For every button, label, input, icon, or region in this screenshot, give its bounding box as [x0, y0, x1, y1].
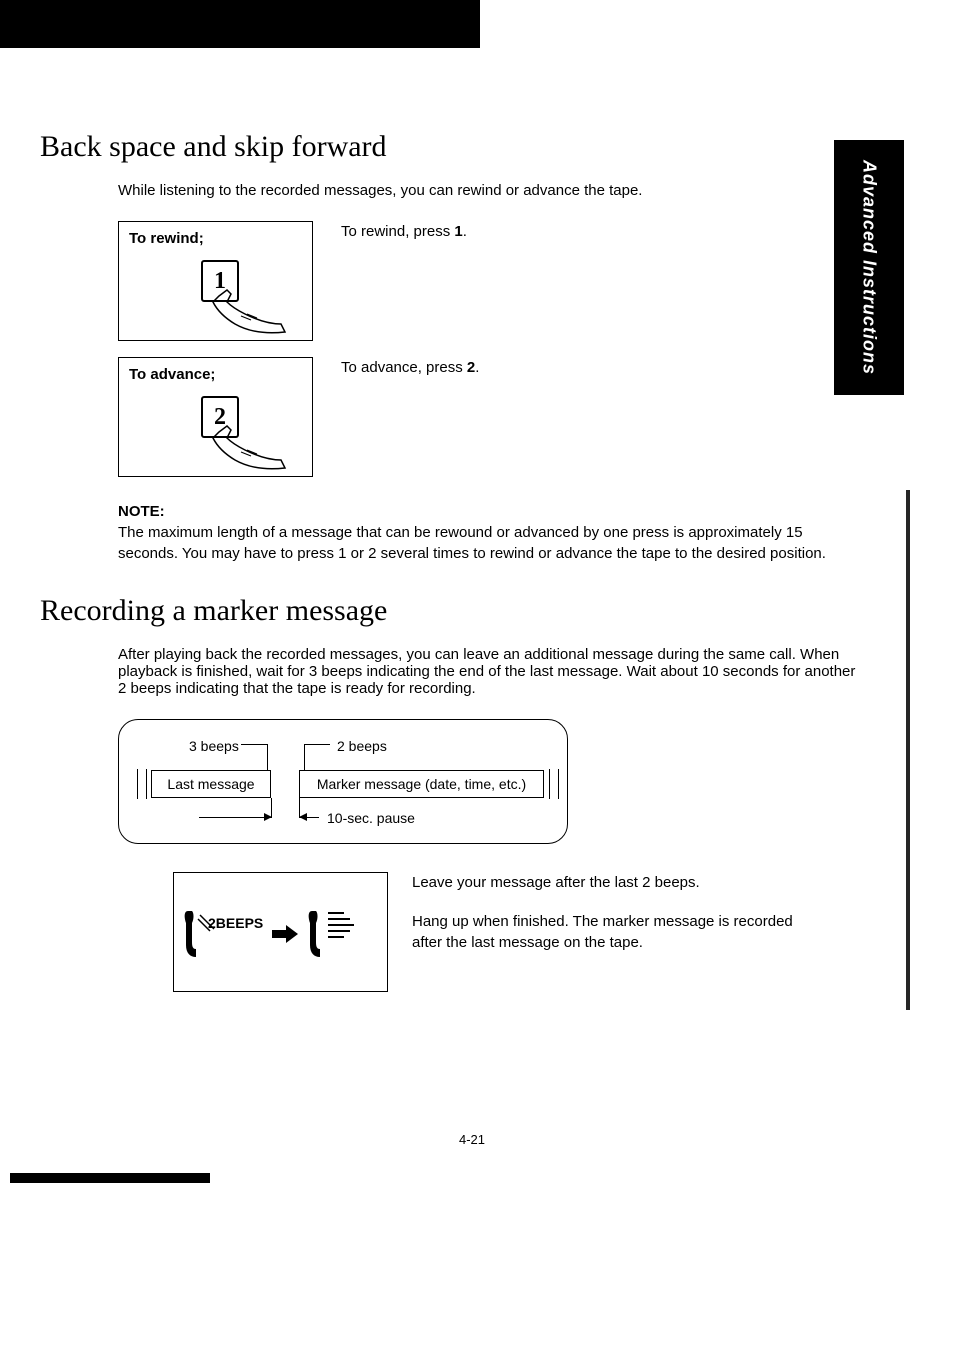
- marker-text-block: Leave your message after the last 2 beep…: [412, 872, 812, 971]
- label-3-beeps: 3 beeps: [189, 738, 239, 754]
- heading-back-space: Back space and skip forward: [40, 130, 904, 164]
- intro-text-1: While listening to the recorded messages…: [118, 182, 858, 199]
- tape-diagram: 3 beeps 2 beeps Last message Marker mess…: [118, 719, 568, 844]
- scan-noise: [320, 0, 440, 55]
- page-number: 4-21: [40, 1132, 904, 1147]
- scan-bottom-mark: [10, 1173, 210, 1183]
- label-2-beeps: 2 beeps: [337, 738, 387, 754]
- marker-figure: 2BEEPS: [173, 872, 388, 992]
- side-tab-advanced-instructions: Advanced Instructions: [834, 140, 904, 395]
- phone-handset-speaking-icon: [304, 907, 374, 961]
- note-heading: NOTE:: [118, 501, 858, 522]
- advance-figure: To advance; 2: [118, 357, 313, 477]
- label-10sec-pause: 10-sec. pause: [327, 810, 415, 826]
- hand-press-icon: [207, 288, 287, 338]
- rewind-figure: To rewind; 1: [118, 221, 313, 341]
- heading-recording-marker: Recording a marker message: [40, 594, 904, 628]
- segment-last-message: Last message: [151, 770, 271, 798]
- hand-press-icon: [207, 424, 287, 474]
- rewind-box-label: To rewind;: [129, 230, 302, 247]
- advance-box-label: To advance;: [129, 366, 302, 383]
- note-body: The maximum length of a message that can…: [118, 522, 858, 564]
- marker-text-2: Hang up when finished. The marker messag…: [412, 911, 812, 953]
- marker-row: 2BEEPS Leave your message after the last…: [118, 872, 858, 992]
- arrow-right-icon: [272, 925, 298, 943]
- marker-text-1: Leave your message after the last 2 beep…: [412, 872, 812, 893]
- note-block: NOTE: The maximum length of a message th…: [118, 501, 858, 564]
- rewind-instruction: To rewind, press 1.: [341, 221, 467, 240]
- scan-right-edge: [906, 490, 910, 1010]
- advance-row: To advance; 2 To advance, press 2.: [118, 357, 858, 477]
- advance-instruction: To advance, press 2.: [341, 357, 479, 376]
- rewind-row: To rewind; 1 To rewind, press 1.: [118, 221, 858, 341]
- beeps-label: 2BEEPS: [208, 915, 263, 931]
- intro-text-2: After playing back the recorded messages…: [118, 646, 858, 697]
- segment-marker-message: Marker message (date, time, etc.): [299, 770, 544, 798]
